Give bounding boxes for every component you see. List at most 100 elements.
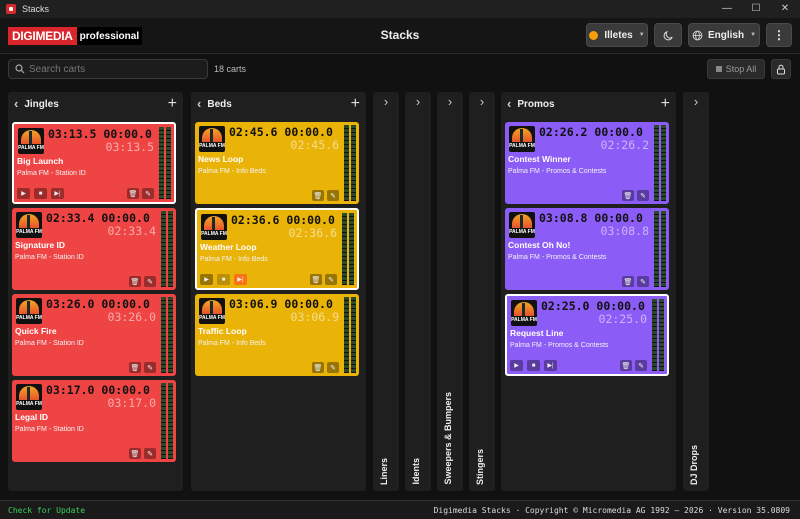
cart-name: Legal ID — [15, 412, 49, 422]
collapsed-stack-sweepers-bumpers[interactable]: › Sweepers & Bumpers — [437, 92, 463, 491]
cart-card[interactable]: PALMA FM 02:25.0 00:00.0 02:25.0 Request Li… — [505, 294, 669, 376]
cart-name: Contest Oh No! — [508, 240, 571, 250]
chevron-left-icon[interactable]: ‹ — [197, 97, 201, 110]
edit-icon[interactable]: ✎ — [144, 362, 156, 373]
language-selector[interactable]: English ▼ — [688, 23, 760, 47]
cart-subtitle: Palma FM - Info Beds — [198, 168, 266, 175]
close-window-button[interactable]: ✕ — [770, 0, 800, 18]
delete-icon[interactable]: 🗑 — [312, 190, 324, 201]
chevron-left-icon[interactable]: ‹ — [507, 97, 511, 110]
chevron-right-icon[interactable]: › — [469, 95, 495, 108]
cart-subtitle: Palma FM - Promos & Contests — [508, 254, 607, 261]
search-box[interactable] — [8, 59, 208, 79]
minimize-button[interactable]: — — [712, 0, 742, 18]
cart-card[interactable]: PALMA FM 03:26.0 00:00.0 03:26.0 Quick Fire… — [12, 294, 176, 376]
maximize-button[interactable]: ☐ — [741, 0, 771, 18]
chevron-down-icon: ▼ — [750, 32, 757, 38]
cart-subtitle: Palma FM - Station ID — [15, 254, 84, 261]
status-bar: Check for Update Digimedia Stacks · Copy… — [0, 500, 800, 519]
play-button[interactable]: ▶ — [17, 188, 30, 199]
cart-name: Signature ID — [15, 240, 66, 250]
skip-next-button[interactable]: ▶| — [51, 188, 64, 199]
remaining-time: 03:17.0 — [46, 383, 95, 397]
search-input[interactable] — [29, 63, 199, 75]
search-icon — [15, 64, 25, 74]
station-logo: PALMA FM — [16, 298, 42, 324]
skip-next-button[interactable]: ▶| — [234, 274, 247, 285]
chevron-right-icon[interactable]: › — [437, 95, 463, 108]
level-meter — [161, 211, 173, 287]
station-selector[interactable]: Illetes ▼ — [586, 23, 648, 47]
add-cart-button[interactable]: + — [351, 96, 360, 112]
more-menu-button[interactable]: ⋮ — [766, 23, 792, 47]
copyright-info: Digimedia Stacks · Copyright © Micromedi… — [433, 506, 790, 515]
elapsed-time: 00:00.0 — [101, 383, 150, 397]
level-meter — [654, 211, 666, 287]
window-title: Stacks — [22, 4, 50, 14]
edit-icon[interactable]: ✎ — [637, 276, 649, 287]
stack-title: Jingles — [24, 98, 59, 110]
cart-card[interactable]: PALMA FM 03:08.8 00:00.0 03:08.8 Contest Oh… — [505, 208, 669, 290]
delete-icon[interactable]: 🗑 — [129, 362, 141, 373]
chevron-right-icon[interactable]: › — [405, 95, 431, 108]
transport-controls: ▶ ■ ▶| — [510, 360, 557, 371]
duration-time: 02:33.4 — [107, 224, 156, 238]
collapsed-stack-idents[interactable]: › Idents — [405, 92, 431, 491]
check-update-link[interactable]: Check for Update — [8, 506, 85, 515]
cart-actions: 🗑 ✎ — [129, 362, 156, 373]
collapsed-stack-dj-drops[interactable]: › DJ Drops — [683, 92, 709, 491]
delete-icon[interactable]: 🗑 — [129, 448, 141, 459]
stop-all-button[interactable]: Stop All — [707, 59, 765, 79]
add-cart-button[interactable]: + — [661, 96, 670, 112]
duration-time: 03:26.0 — [107, 310, 156, 324]
lock-button[interactable] — [771, 59, 791, 79]
cart-actions: 🗑 ✎ — [127, 188, 154, 199]
delete-icon[interactable]: 🗑 — [312, 362, 324, 373]
remaining-time: 02:25.0 — [541, 299, 590, 313]
cart-card[interactable]: PALMA FM 03:06.9 00:00.0 03:06.9 Traffic Lo… — [195, 294, 359, 376]
edit-icon[interactable]: ✎ — [325, 274, 337, 285]
chevron-left-icon[interactable]: ‹ — [14, 97, 18, 110]
delete-icon[interactable]: 🗑 — [622, 276, 634, 287]
stop-button[interactable]: ■ — [527, 360, 540, 371]
chevron-right-icon[interactable]: › — [373, 95, 399, 108]
chevron-right-icon[interactable]: › — [683, 95, 709, 108]
add-cart-button[interactable]: + — [168, 96, 177, 112]
delete-icon[interactable]: 🗑 — [310, 274, 322, 285]
play-button[interactable]: ▶ — [510, 360, 523, 371]
edit-icon[interactable]: ✎ — [637, 190, 649, 201]
edit-icon[interactable]: ✎ — [327, 190, 339, 201]
edit-icon[interactable]: ✎ — [327, 362, 339, 373]
station-logo: PALMA FM — [509, 212, 535, 238]
edit-icon[interactable]: ✎ — [144, 276, 156, 287]
cart-subtitle: Palma FM - Promos & Contests — [510, 342, 609, 349]
edit-icon[interactable]: ✎ — [635, 360, 647, 371]
cart-card[interactable]: PALMA FM 02:26.2 00:00.0 02:26.2 Contest Wi… — [505, 122, 669, 204]
remaining-time: 02:33.4 — [46, 211, 95, 225]
play-button[interactable]: ▶ — [200, 274, 213, 285]
edit-icon[interactable]: ✎ — [142, 188, 154, 199]
delete-icon[interactable]: 🗑 — [129, 276, 141, 287]
delete-icon[interactable]: 🗑 — [622, 190, 634, 201]
skip-next-button[interactable]: ▶| — [544, 360, 557, 371]
remaining-time: 03:08.8 — [539, 211, 588, 225]
edit-icon[interactable]: ✎ — [144, 448, 156, 459]
delete-icon[interactable]: 🗑 — [620, 360, 632, 371]
duration-time: 03:13.5 — [105, 140, 154, 154]
status-dot-icon — [589, 30, 599, 40]
stop-button[interactable]: ■ — [34, 188, 47, 199]
collapsed-stack-stingers[interactable]: › Stingers — [469, 92, 495, 491]
cart-timers: 03:08.8 00:00.0 — [539, 211, 643, 225]
cart-card[interactable]: PALMA FM 02:45.6 00:00.0 02:45.6 News Loop P… — [195, 122, 359, 204]
collapsed-stack-liners[interactable]: › Liners — [373, 92, 399, 491]
cart-card[interactable]: PALMA FM 02:36.6 00:00.0 02:36.6 Weather Lo… — [195, 208, 359, 290]
cart-card[interactable]: PALMA FM 03:17.0 00:00.0 03:17.0 Legal ID Pa… — [12, 380, 176, 462]
elapsed-time: 00:00.0 — [286, 213, 335, 227]
cart-card[interactable]: PALMA FM 02:33.4 00:00.0 02:33.4 Signature … — [12, 208, 176, 290]
theme-toggle-button[interactable] — [654, 23, 682, 47]
cart-card[interactable]: PALMA FM 03:13.5 00:00.0 03:13.5 Big Launch… — [12, 122, 176, 204]
stop-button[interactable]: ■ — [217, 274, 230, 285]
cart-actions: 🗑 ✎ — [620, 360, 647, 371]
globe-icon — [692, 30, 703, 40]
delete-icon[interactable]: 🗑 — [127, 188, 139, 199]
